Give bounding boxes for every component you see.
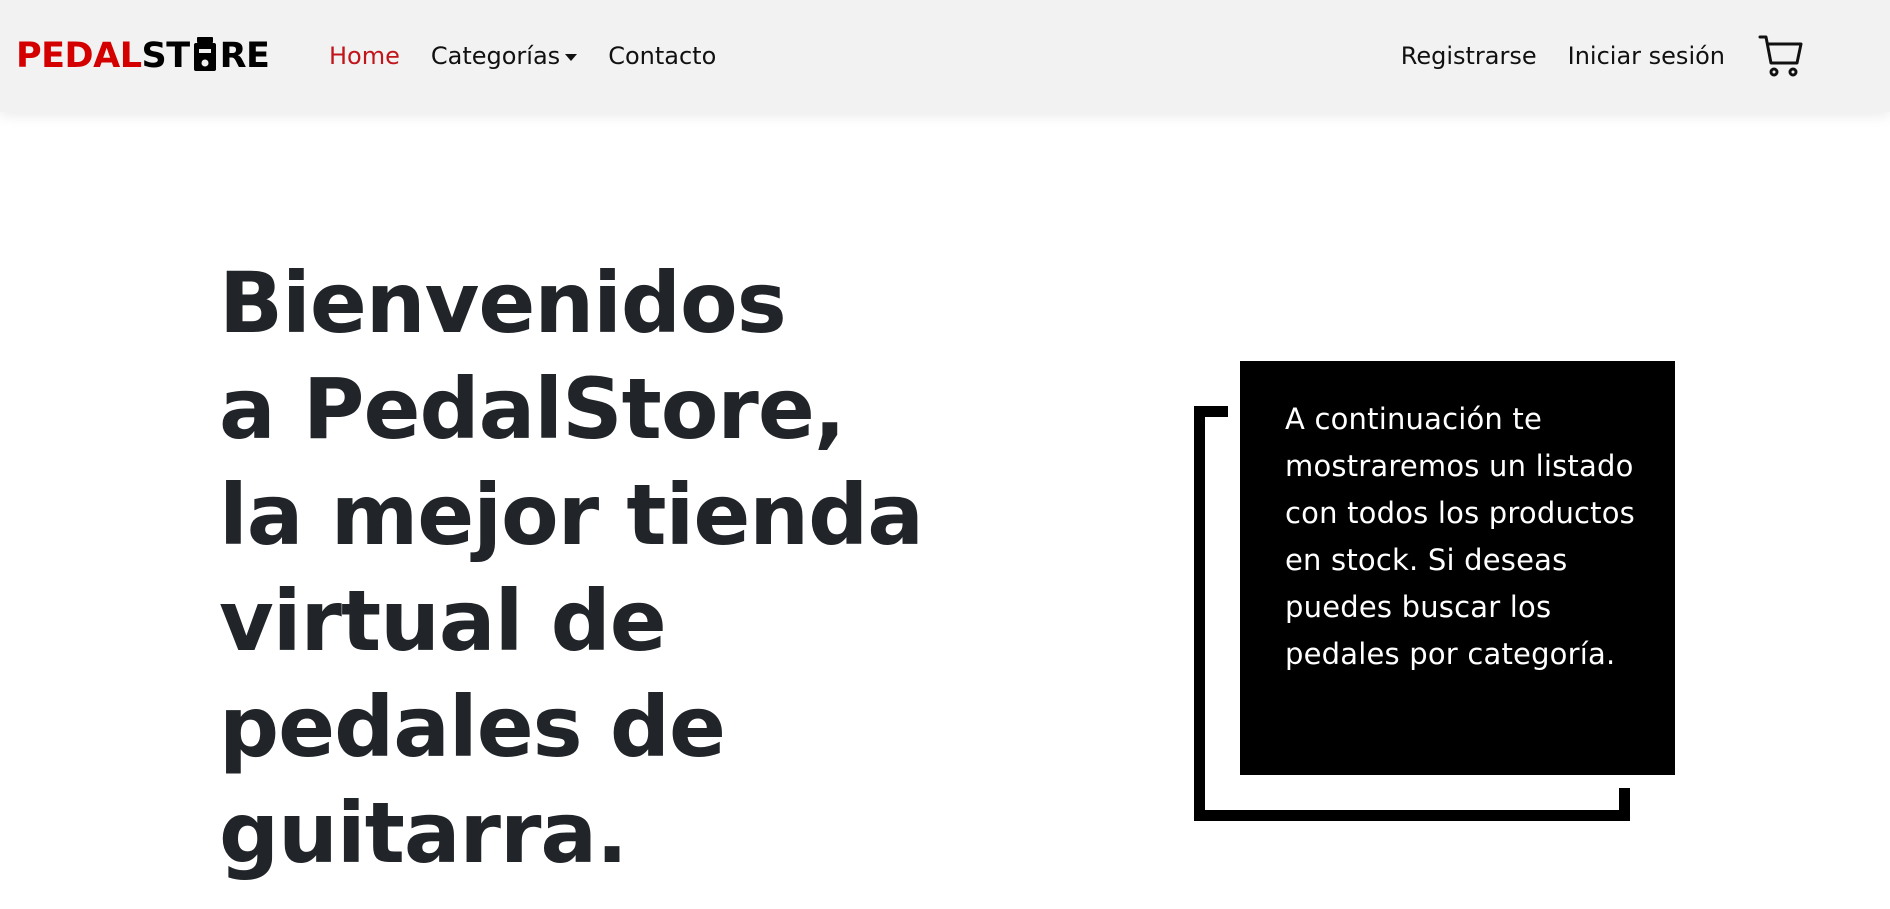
navbar: PEDAL ST RE Home Categorías Contacto Reg… (0, 0, 1890, 112)
hero-line: a PedalStore, (219, 360, 846, 458)
nav-contacto[interactable]: Contacto (608, 42, 716, 70)
hero-line: la mejor tienda (219, 466, 924, 564)
brand-text-st: ST (141, 36, 191, 76)
hero-title: Bienvenidos a PedalStore, la mejor tiend… (219, 250, 979, 886)
info-frame-top-stub (1194, 406, 1228, 417)
cart-icon[interactable] (1758, 33, 1804, 79)
register-link[interactable]: Registrarse (1401, 42, 1537, 70)
nav-home[interactable]: Home (329, 42, 400, 70)
brand-text-pedal: PEDAL (16, 36, 142, 76)
account-nav: Registrarse Iniciar sesión (1401, 32, 1804, 80)
login-link[interactable]: Iniciar sesión (1568, 42, 1725, 70)
hero-line: guitarra. (219, 784, 628, 882)
hero-line: pedales de (219, 678, 726, 776)
brand-text-re: RE (219, 36, 270, 76)
brand-logo[interactable]: PEDAL ST RE (16, 32, 270, 80)
main-nav: Home Categorías Contacto (329, 34, 747, 78)
info-frame-right-stub (1619, 788, 1630, 821)
nav-categorias-dropdown[interactable]: Categorías (430, 42, 578, 70)
caret-down-icon (565, 53, 578, 61)
nav-categorias-label: Categorías (430, 42, 561, 70)
info-text: A continuación te mostraremos un listado… (1285, 402, 1635, 671)
info-box: A continuación te mostraremos un listado… (1240, 361, 1675, 775)
hero-line: virtual de (219, 572, 667, 670)
hero-line: Bienvenidos (219, 254, 787, 352)
pedal-icon (191, 36, 219, 76)
